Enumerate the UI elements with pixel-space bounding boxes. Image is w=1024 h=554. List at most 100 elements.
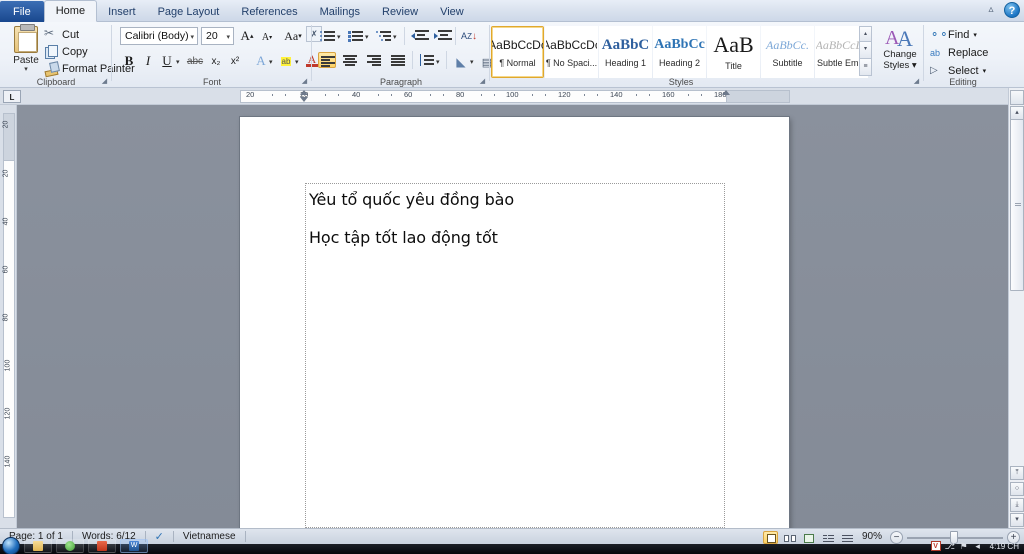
style-item-subtitle[interactable]: AaBbCc. Subtitle: [761, 26, 814, 78]
find-chevron-down-icon[interactable]: ▾: [973, 31, 977, 39]
tab-page-layout[interactable]: Page Layout: [147, 2, 231, 22]
text-effects-label: A: [256, 53, 266, 68]
text-effects-chevron-down-icon[interactable]: ▾: [269, 58, 273, 66]
tab-file[interactable]: File: [0, 1, 44, 22]
split-handle-icon[interactable]: [1010, 90, 1024, 105]
tab-references[interactable]: References: [230, 2, 308, 22]
font-name-input[interactable]: Calibri (Body) ▾: [120, 27, 198, 45]
taskbar-button-word-app[interactable]: W: [120, 539, 148, 553]
action-center-tray-icon[interactable]: ⚑: [959, 541, 969, 551]
chevron-up-icon[interactable]: ▵: [984, 3, 998, 17]
select-browse-object-button[interactable]: ○: [1010, 482, 1024, 496]
highlight-button[interactable]: ab: [277, 52, 295, 70]
paragraph-divider: [446, 51, 447, 69]
numbering-chevron-down-icon[interactable]: ▾: [365, 33, 369, 41]
bullets-chevron-down-icon[interactable]: ▾: [337, 33, 341, 41]
cut-button[interactable]: Cut: [44, 26, 79, 42]
first-line-indent-marker[interactable]: [300, 90, 308, 95]
paragraph-dialog-launcher[interactable]: ◢: [478, 77, 487, 86]
taskbar-button-windows-explorer[interactable]: [24, 539, 52, 553]
clipboard-dialog-launcher[interactable]: ◢: [100, 77, 109, 86]
decrease-indent-icon[interactable]: [411, 29, 429, 43]
font-size-input[interactable]: 20 ▾: [201, 27, 234, 45]
taskbar-button-powerpoint-app[interactable]: [88, 539, 116, 553]
paste-caret-icon[interactable]: ▾: [24, 65, 28, 73]
chevron-down-icon[interactable]: ▾: [190, 33, 194, 41]
previous-page-button[interactable]: ⤒: [1010, 466, 1024, 480]
underline-button[interactable]: U: [158, 52, 176, 70]
paste-button[interactable]: Paste ▾: [6, 24, 46, 77]
unikey-tray-icon[interactable]: V: [930, 541, 941, 551]
multilevel-list-icon[interactable]: [376, 29, 392, 43]
styles-scroll-down-button[interactable]: ▾: [859, 42, 872, 59]
align-center-icon[interactable]: [342, 54, 358, 67]
copy-button[interactable]: Copy: [44, 44, 88, 59]
next-page-button[interactable]: ⤓: [1010, 498, 1024, 512]
document-canvas[interactable]: Yêu tổ quốc yêu đồng bào Học tập tốt lao…: [17, 105, 1008, 528]
scroll-down-button[interactable]: ▾: [1010, 513, 1024, 527]
line-spacing-icon[interactable]: [419, 54, 435, 68]
highlight-chevron-down-icon[interactable]: ▾: [295, 58, 299, 66]
change-case-button[interactable]: Aa ▾: [282, 27, 304, 45]
underline-chevron-down-icon[interactable]: ▾: [176, 58, 180, 66]
ribbon-group-styles: AaBbCcDc ¶ Normal AaBbCcDc ¶ No Spaci...…: [490, 22, 872, 88]
tab-mailings[interactable]: Mailings: [309, 2, 371, 22]
scrollbar-thumb[interactable]: [1010, 119, 1024, 291]
strikethrough-button[interactable]: abc: [186, 52, 204, 70]
vruler-number: 20: [2, 169, 10, 178]
select-button[interactable]: ▷ Select ▾: [930, 63, 986, 78]
tab-insert[interactable]: Insert: [97, 2, 147, 22]
numbered-list-icon[interactable]: [348, 29, 364, 43]
sort-az-icon[interactable]: A Z ↓: [460, 27, 478, 45]
taskbar-button-browser-app[interactable]: [56, 539, 84, 553]
tab-stop-selector[interactable]: L: [3, 90, 21, 103]
right-indent-marker[interactable]: [722, 90, 730, 95]
style-item-title[interactable]: AaB Title: [707, 26, 760, 78]
text-effects-button[interactable]: A: [252, 52, 270, 70]
increase-indent-icon[interactable]: [434, 29, 452, 43]
taskbar-clock[interactable]: 4:19 CH: [987, 542, 1022, 551]
tab-home[interactable]: Home: [43, 0, 98, 22]
vertical-ruler[interactable]: 20 20 40 60 80 100 120 140: [0, 105, 17, 528]
replace-button[interactable]: ab Replace: [930, 45, 988, 60]
style-item-heading-1[interactable]: AaBbC Heading 1: [599, 26, 652, 78]
style-item-heading-2[interactable]: AaBbCc Heading 2: [653, 26, 706, 78]
volume-tray-icon[interactable]: ◂: [973, 541, 983, 551]
document-paragraph[interactable]: Yêu tổ quốc yêu đồng bào: [309, 190, 724, 210]
chevron-down-icon[interactable]: ▾: [226, 33, 230, 41]
vertical-scrollbar[interactable]: ▴ ⤒ ○ ⤓ ▾: [1008, 88, 1024, 528]
italic-button[interactable]: I: [139, 52, 157, 70]
document-paragraph[interactable]: Học tập tốt lao động tốt: [309, 228, 724, 248]
horizontal-ruler[interactable]: L 20 20 40 60 80 100 120 140 160 180: [0, 88, 1008, 105]
tab-view[interactable]: View: [429, 2, 475, 22]
bullet-list-icon[interactable]: [320, 29, 336, 43]
styles-more-button[interactable]: ≡: [859, 59, 872, 76]
font-dialog-launcher[interactable]: ◢: [300, 77, 309, 86]
style-item-normal[interactable]: AaBbCcDc ¶ Normal: [491, 26, 544, 78]
network-tray-icon[interactable]: ⎇: [945, 541, 955, 551]
hanging-indent-marker[interactable]: [300, 97, 308, 102]
align-right-icon[interactable]: [366, 54, 382, 67]
style-item-no-spacing[interactable]: AaBbCcDc ¶ No Spaci...: [545, 26, 598, 78]
select-chevron-down-icon[interactable]: ▾: [983, 67, 987, 75]
styles-scroll-up-button[interactable]: ▴: [859, 26, 872, 42]
start-orb-icon[interactable]: [2, 537, 20, 554]
multilevel-chevron-down-icon[interactable]: ▾: [393, 33, 397, 41]
line-spacing-chevron-down-icon[interactable]: ▾: [436, 58, 440, 66]
shrink-font-button[interactable]: A ▾: [258, 28, 276, 46]
shading-icon[interactable]: ◣: [452, 53, 470, 71]
change-styles-button[interactable]: A A Change Styles ▾: [878, 25, 922, 81]
document-page[interactable]: Yêu tổ quốc yêu đồng bào Học tập tốt lao…: [240, 117, 789, 528]
shading-chevron-down-icon[interactable]: ▾: [470, 58, 474, 66]
bold-button[interactable]: B: [120, 52, 138, 70]
question-mark-icon[interactable]: ?: [1004, 2, 1020, 18]
scroll-up-button[interactable]: ▴: [1010, 106, 1024, 120]
justify-icon[interactable]: [390, 54, 406, 67]
superscript-button[interactable]: x²: [226, 52, 244, 70]
find-button[interactable]: ⚬⚬ Find ▾: [930, 27, 977, 42]
grow-font-button[interactable]: A ▴: [238, 27, 256, 45]
styles-dialog-launcher[interactable]: ◢: [912, 77, 921, 86]
align-left-icon[interactable]: [318, 52, 336, 68]
tab-review[interactable]: Review: [371, 2, 429, 22]
subscript-button[interactable]: x₂: [207, 52, 225, 70]
